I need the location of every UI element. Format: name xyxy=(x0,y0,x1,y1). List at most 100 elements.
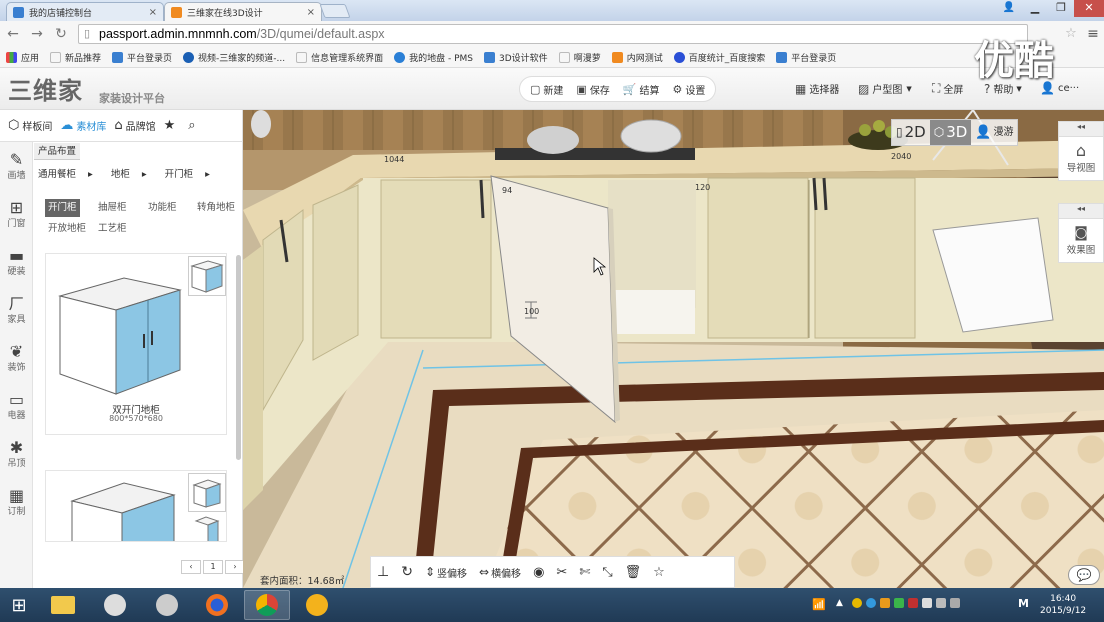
browser-tab-store[interactable]: 我的店铺控制台 × xyxy=(6,2,164,21)
tray-icon[interactable] xyxy=(894,598,904,608)
sidebar-item-hard[interactable]: ▬ 硬装 xyxy=(0,238,33,286)
sidebar-item-custom[interactable]: ▦ 订制 xyxy=(0,478,33,526)
tray-icon[interactable] xyxy=(908,598,918,608)
explorer-taskbar-icon[interactable] xyxy=(40,590,86,620)
show-hidden-icon[interactable]: ▲ xyxy=(836,598,843,608)
bookmark-item[interactable]: 视频-三维家的频道-... xyxy=(183,51,285,64)
category-chip[interactable]: 转角地柜 xyxy=(194,199,238,217)
reload-icon[interactable]: ↻ xyxy=(52,25,70,43)
bookmark-item[interactable]: 百度统计_百度搜索 xyxy=(673,51,765,64)
clock[interactable]: 16:40 2015/9/12 xyxy=(1040,593,1086,617)
fullscreen-button[interactable]: ⛶ 全屏 xyxy=(932,81,963,96)
app-taskbar-icon[interactable] xyxy=(294,590,340,620)
bookmark-item[interactable]: 信息管理系统界面 xyxy=(296,51,383,64)
scissors-icon[interactable]: ✄ xyxy=(579,565,590,580)
forward-icon[interactable]: → xyxy=(28,25,46,43)
floorplan-button[interactable]: ▨ 户型图 ▼ xyxy=(858,81,912,97)
wifi-icon[interactable]: 📶 xyxy=(812,598,826,611)
product-card[interactable]: 双开门地柜 800*570*680 xyxy=(45,253,227,435)
tray-icon[interactable] xyxy=(936,598,946,608)
collapse-icon[interactable]: ◂◂ xyxy=(1058,121,1104,137)
cut-icon[interactable]: ✂ xyxy=(556,565,567,580)
tray-icon[interactable] xyxy=(880,598,890,608)
prev-page-button[interactable]: ‹ xyxy=(181,560,201,574)
tab-close-icon[interactable]: × xyxy=(149,7,157,18)
category-chip[interactable]: 抽屉柜 xyxy=(95,199,130,217)
checkout-button[interactable]: 🛒 结算 xyxy=(623,82,660,97)
category-chip[interactable]: 开门柜 xyxy=(45,199,80,217)
new-button[interactable]: ▢ 新建 xyxy=(530,82,563,97)
sidebar-item-wall[interactable]: ✎ 画墙 xyxy=(0,142,33,190)
mode-walk-button[interactable]: 👤 漫游 xyxy=(971,120,1017,145)
site-icon xyxy=(484,51,496,63)
settings-button[interactable]: ⚙ 设置 xyxy=(673,82,706,97)
sidebar-item-decor[interactable]: ❦ 装饰 xyxy=(0,334,33,382)
bookmark-item[interactable]: 平台登录页 xyxy=(112,51,172,64)
browser-tab-3d[interactable]: 三维家在线3D设计 × xyxy=(164,2,322,21)
star-icon[interactable]: ☆ xyxy=(1062,25,1080,43)
sidebar-item-doors[interactable]: ⊞ 门窗 xyxy=(0,190,33,238)
crumb-item[interactable]: 地柜 ▸ xyxy=(111,166,156,180)
category-chip[interactable]: 开放地柜 xyxy=(45,220,89,238)
bookmark-item[interactable]: 啊漫萝 xyxy=(558,51,601,64)
render-button[interactable]: ◙ 效果图 xyxy=(1058,219,1104,263)
tab-close-icon[interactable]: × xyxy=(307,7,315,18)
sidebar-item-appliance[interactable]: ▭ 电器 xyxy=(0,382,33,430)
tab-samples[interactable]: ⬡ 样板间 xyxy=(8,118,52,133)
menu-icon[interactable]: ≡ xyxy=(1084,25,1102,43)
tab-brands[interactable]: ⌂ 品牌馆 xyxy=(114,118,155,133)
trash-icon[interactable]: 🗑 xyxy=(625,565,642,580)
tray-icon[interactable] xyxy=(922,598,932,608)
mode-3d-button[interactable]: ⬡ 3D xyxy=(929,120,972,145)
bookmark-item[interactable]: 平台登录页 xyxy=(776,51,836,64)
ime-indicator[interactable]: M xyxy=(1018,597,1029,610)
tab-materials[interactable]: ☁ 素材库 xyxy=(60,118,106,133)
new-tab-button[interactable] xyxy=(319,4,351,18)
app-taskbar-icon[interactable] xyxy=(144,590,190,620)
user-icon[interactable]: 👤 xyxy=(996,0,1022,17)
star-icon[interactable]: ☆ xyxy=(653,565,665,580)
bookmark-apps[interactable]: 应用 xyxy=(6,51,39,64)
app-taskbar-icon[interactable] xyxy=(92,590,138,620)
close-window-icon[interactable]: ✕ xyxy=(1074,0,1104,17)
rotate-icon[interactable]: ↻ xyxy=(401,564,413,580)
mode-2d-button[interactable]: ▯ 2D xyxy=(892,120,930,145)
sidebar-item-furniture[interactable]: ㄏ家具 xyxy=(0,286,33,334)
product-card[interactable] xyxy=(45,470,227,542)
navigator-button[interactable]: ⌂ 导视图 xyxy=(1058,137,1104,181)
tray-icon[interactable] xyxy=(866,598,876,608)
bookmark-item[interactable]: 内网测试 xyxy=(611,51,663,64)
selector-button[interactable]: ▦ 选择器 xyxy=(795,81,839,97)
bookmark-item[interactable]: 新品推荐 xyxy=(50,51,101,64)
category-chip[interactable]: 功能柜 xyxy=(145,199,180,217)
chrome-taskbar-icon[interactable] xyxy=(244,590,290,620)
panel-scrollbar[interactable] xyxy=(236,255,241,460)
crumb-item[interactable]: 通用餐柜 ▸ xyxy=(38,166,102,180)
eye-icon[interactable]: ◉ xyxy=(533,565,544,580)
collapse-icon[interactable]: ◂◂ xyxy=(1058,203,1104,219)
sidebar-item-ceiling[interactable]: ✱ 吊顶 xyxy=(0,430,33,478)
url-input[interactable]: ▯ passport.admin.mnmnh.com/3D/qumei/defa… xyxy=(78,24,1028,44)
crumb-item[interactable]: 开门柜 ▸ xyxy=(165,166,219,180)
search-button[interactable]: ⌕ xyxy=(188,118,198,133)
align-icon[interactable]: ⊥ xyxy=(377,564,389,580)
tray-icon[interactable] xyxy=(852,598,862,608)
category-chip[interactable]: 工艺柜 xyxy=(95,220,130,238)
volume-icon[interactable] xyxy=(950,598,960,608)
minimize-icon[interactable]: ▁ xyxy=(1022,0,1048,17)
bookmark-item[interactable]: 我的地盘 - PMS xyxy=(394,51,473,64)
horizontal-offset-button[interactable]: ⇔ 横偏移 xyxy=(479,565,521,580)
save-button[interactable]: ▣ 保存 xyxy=(576,82,609,97)
page-number[interactable]: 1 xyxy=(203,560,223,574)
maximize-icon[interactable]: ❐ xyxy=(1048,0,1074,17)
favorites-button[interactable]: ★ xyxy=(164,118,179,133)
next-page-button[interactable]: › xyxy=(225,560,245,574)
windows-start-icon[interactable]: ⊞ xyxy=(0,590,38,620)
bookmark-item[interactable]: 3D设计软件 xyxy=(484,51,548,64)
firefox-taskbar-icon[interactable] xyxy=(194,590,240,620)
vertical-offset-button[interactable]: ⇕ 竖偏移 xyxy=(425,565,467,580)
back-icon[interactable]: ← xyxy=(4,25,22,43)
resize-icon[interactable]: ⤡ xyxy=(602,565,612,580)
3d-viewport[interactable]: 1044 94 120 2040 100 xyxy=(243,110,1104,588)
chat-icon[interactable]: 💬 xyxy=(1068,565,1100,585)
